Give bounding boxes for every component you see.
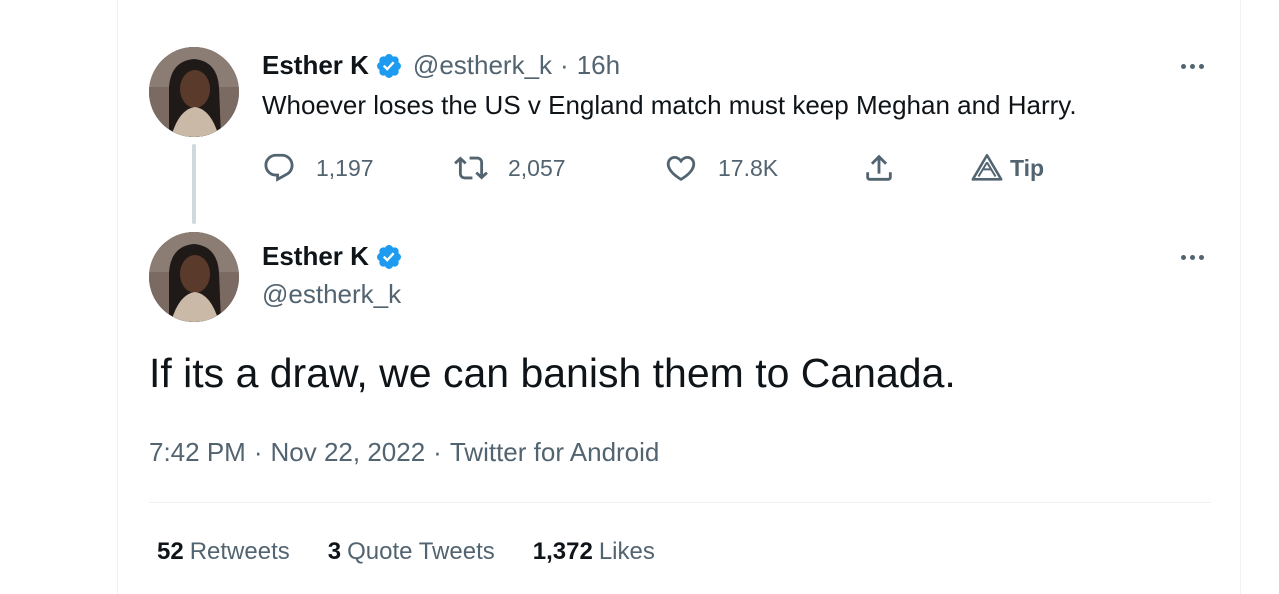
retweets-stat[interactable]: 52 Retweets (157, 538, 290, 566)
tweet-meta: 7:42 PM · Nov 22, 2022 · Twitter for Android (149, 437, 659, 468)
quotes-label: Quote Tweets (347, 538, 495, 565)
tweet-time[interactable]: 16h (577, 50, 620, 81)
retweet-icon (454, 156, 488, 180)
retweet-button[interactable]: 2,057 (454, 148, 566, 188)
retweets-count: 52 (157, 538, 184, 565)
time-separator: · (560, 50, 569, 80)
share-button[interactable] (862, 148, 896, 188)
meta-separator: · (433, 437, 442, 467)
like-icon (666, 155, 696, 181)
like-button[interactable]: 17.8K (664, 148, 778, 188)
meta-separator: · (253, 437, 263, 467)
avatar[interactable] (149, 47, 239, 137)
likes-count: 1,372 (532, 538, 593, 565)
divider (149, 502, 1211, 503)
tweet-date[interactable]: Nov 22, 2022 (271, 437, 426, 467)
thread-line (192, 144, 196, 224)
likes-label: Likes (598, 538, 655, 565)
more-icon[interactable] (1172, 245, 1212, 269)
likes-stat[interactable]: 1,372 Likes (533, 538, 655, 566)
verified-badge-icon (376, 53, 401, 78)
avatar[interactable] (149, 232, 239, 322)
retweet-count: 2,057 (508, 154, 566, 181)
reply-count: 1,197 (316, 154, 374, 181)
reply-icon (264, 153, 294, 182)
reply-button[interactable]: 1,197 (262, 148, 374, 188)
reply-tweet-text: Whoever loses the US v England match mus… (262, 90, 1077, 120)
tip-icon (971, 153, 1003, 181)
retweets-label: Retweets (189, 538, 290, 565)
author-handle[interactable]: @estherk_k (262, 279, 401, 310)
author-name[interactable]: Esther K (262, 50, 369, 81)
author-name[interactable]: Esther K (262, 241, 369, 272)
share-icon (866, 154, 892, 181)
tweet-stats: 52 Retweets 3 Quote Tweets 1,372 Likes (157, 538, 655, 566)
tweet-time[interactable]: 7:42 PM (149, 437, 246, 467)
reply-author-row: Esther K @estherk_k · 16h (262, 50, 620, 81)
tip-button[interactable]: Tip (970, 148, 1044, 188)
more-icon[interactable] (1172, 54, 1212, 78)
quotes-stat[interactable]: 3 Quote Tweets (328, 538, 495, 566)
verified-badge-icon (376, 244, 401, 269)
quotes-count: 3 (327, 538, 342, 565)
author-handle[interactable]: @estherk_k (413, 50, 552, 81)
main-tweet-text: If its a draw, we can banish them to Can… (149, 350, 956, 396)
main-author-row: Esther K (262, 241, 403, 272)
tip-label: Tip (1010, 154, 1045, 181)
like-count: 17.8K (718, 154, 779, 181)
tweet-source[interactable]: Twitter for Android (450, 437, 660, 467)
